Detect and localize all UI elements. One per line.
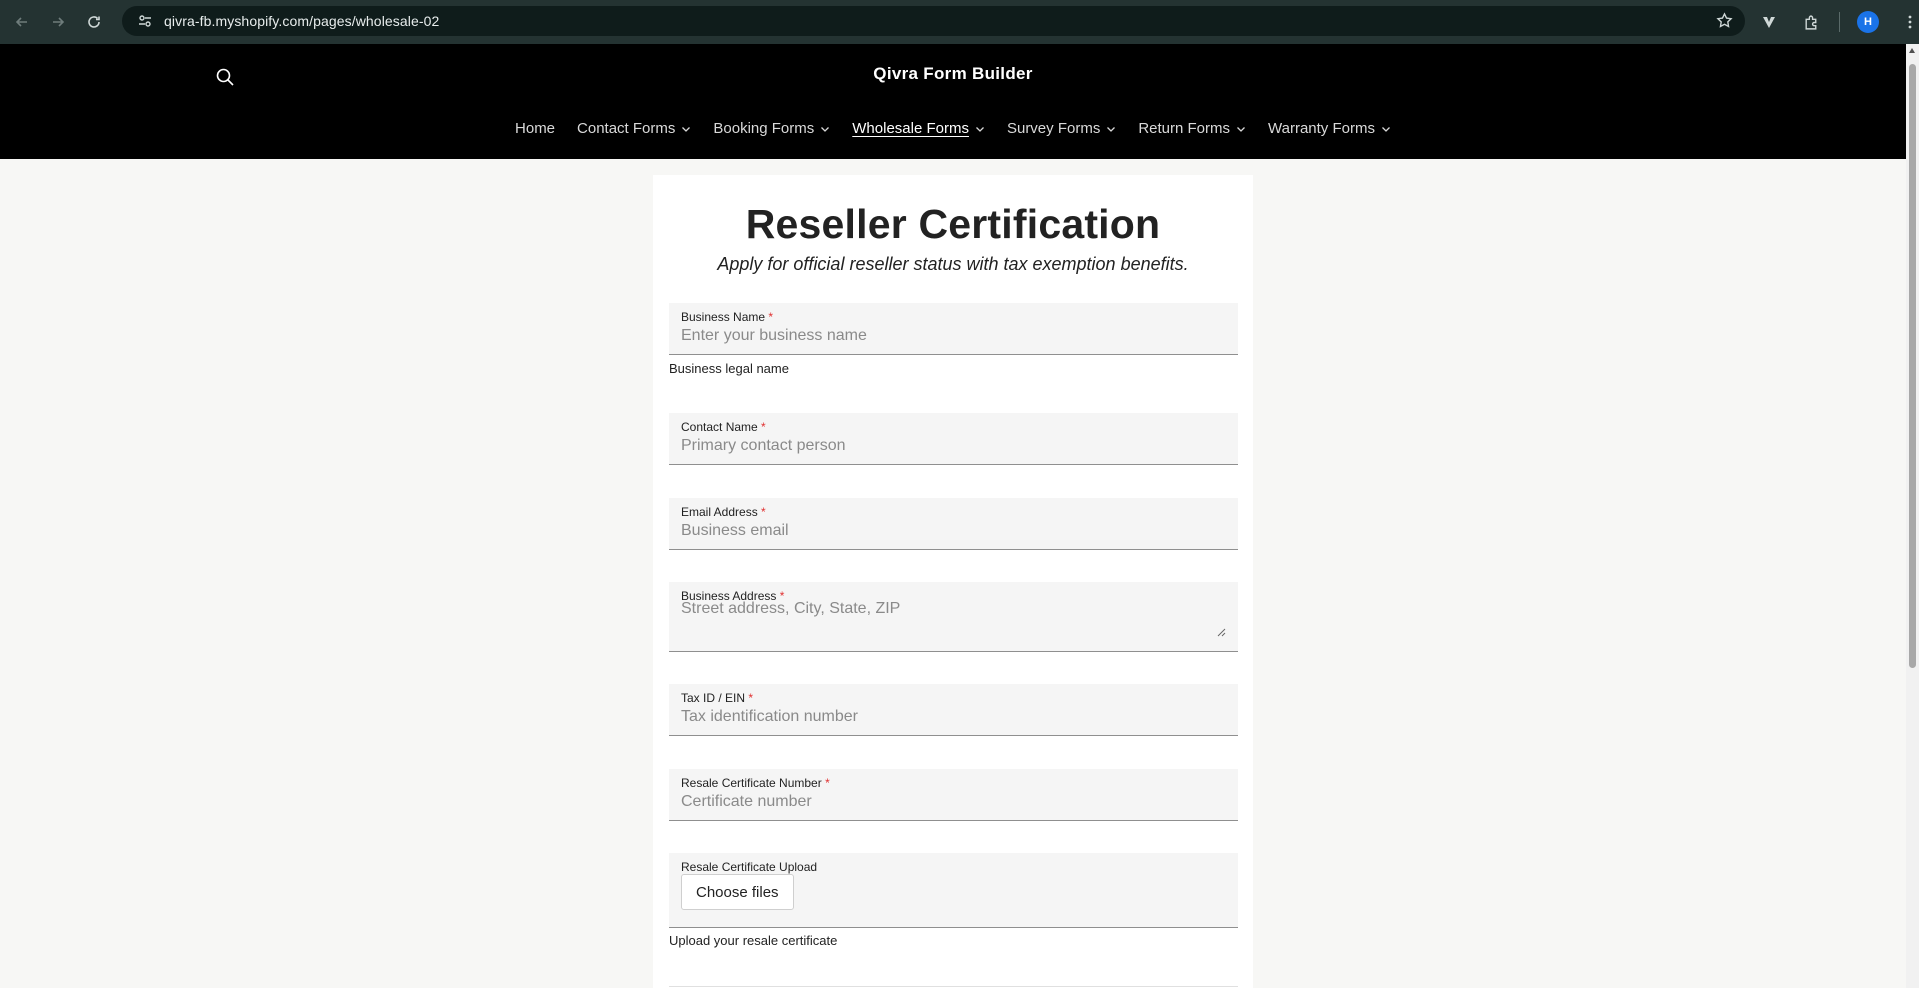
certificate-number-label: Resale Certificate Number *	[681, 776, 830, 790]
site-info-button[interactable]	[130, 13, 160, 29]
form-subtitle: Apply for official reseller status with …	[717, 254, 1189, 274]
profile-button[interactable]: H	[1854, 8, 1882, 36]
nav-item-warranty-forms[interactable]: Warranty Forms	[1268, 120, 1391, 137]
certificate-upload-field: Resale Certificate Upload Choose files	[669, 853, 1238, 928]
arrow-left-icon	[15, 17, 27, 27]
nav-label: Survey Forms	[1006, 120, 1101, 137]
form-title: Reseller Certification	[745, 201, 1161, 247]
nav-label: Home	[515, 120, 556, 137]
nav-item-booking-forms[interactable]: Booking Forms	[713, 120, 830, 137]
contact-name-field[interactable]: Contact Name *	[669, 413, 1238, 465]
choose-files-button[interactable]: Choose files	[681, 874, 794, 910]
tax-id-field[interactable]: Tax ID / EIN *	[669, 684, 1238, 736]
required-marker: *	[768, 310, 774, 324]
resize-grip-icon[interactable]	[1217, 628, 1226, 637]
nav-item-home[interactable]: Home	[515, 120, 555, 137]
arrow-right-icon	[53, 17, 65, 27]
certificate-upload-label: Resale Certificate Upload	[681, 860, 818, 874]
nav-label: Booking Forms	[713, 120, 815, 137]
tax-id-input[interactable]	[681, 708, 1221, 726]
next-field-edge	[669, 986, 1238, 987]
puzzle-icon	[1804, 15, 1816, 30]
chevron-down-icon	[821, 126, 830, 132]
v-logo-icon	[1763, 17, 1775, 28]
email-input[interactable]	[681, 522, 1221, 540]
business-address-textarea[interactable]	[681, 600, 1221, 642]
label-text: Tax ID / EIN	[681, 691, 746, 705]
page-scrollbar[interactable]	[1906, 44, 1919, 988]
url-text: qivra-fb.myshopify.com/pages/wholesale-0…	[164, 13, 440, 29]
required-marker: *	[761, 505, 766, 519]
nav-item-wholesale-forms[interactable]: Wholesale Forms	[852, 120, 985, 137]
nav-label: Return Forms	[1138, 120, 1231, 137]
chevron-down-icon	[976, 126, 984, 132]
nav-label: Contact Forms	[577, 120, 676, 137]
contact-name-label: Contact Name *	[681, 420, 766, 434]
nav-item-contact-forms[interactable]: Contact Forms	[577, 120, 691, 137]
chevron-down-icon	[1107, 126, 1116, 132]
nav-item-return-forms[interactable]: Return Forms	[1138, 120, 1246, 137]
tune-icon	[139, 15, 151, 27]
star-icon	[1716, 12, 1733, 28]
form-card: Reseller Certification Apply for officia…	[653, 175, 1253, 988]
tax-id-label: Tax ID / EIN *	[681, 691, 753, 705]
required-marker: *	[825, 776, 830, 790]
required-marker: *	[748, 691, 754, 705]
business-address-field[interactable]: Business Address *	[669, 582, 1238, 652]
site-header: Qivra Form Builder Home Contact Forms Bo…	[0, 44, 1906, 159]
label-text: Business Name	[681, 310, 766, 324]
reload-icon	[88, 16, 100, 28]
label-text: Email Address	[681, 505, 758, 519]
certificate-number-field[interactable]: Resale Certificate Number *	[669, 769, 1238, 821]
extensions-button[interactable]	[1797, 8, 1825, 36]
extensions-area: H	[1755, 8, 1919, 36]
back-button[interactable]	[4, 4, 40, 40]
business-name-label: Business Name *	[681, 310, 773, 324]
certificate-upload-help: Upload your resale certificate	[669, 933, 838, 948]
certificate-number-input[interactable]	[681, 793, 1221, 811]
chevron-down-icon	[682, 126, 691, 132]
reload-button[interactable]	[76, 4, 112, 40]
bookmark-button[interactable]	[1716, 12, 1733, 34]
menu-button[interactable]	[1896, 8, 1919, 36]
required-marker: *	[761, 420, 766, 434]
extension-v-button[interactable]	[1755, 8, 1783, 36]
label-text: Resale Certificate Number	[681, 776, 822, 790]
toolbar-divider	[1839, 12, 1840, 32]
business-name-help: Business legal name	[669, 361, 789, 376]
avatar: H	[1857, 11, 1879, 33]
forward-button[interactable]	[40, 4, 76, 40]
browser-toolbar: qivra-fb.myshopify.com/pages/wholesale-0…	[0, 0, 1919, 44]
main-nav: Home Contact Forms Booking Forms Wholesa…	[0, 120, 1906, 137]
business-name-input[interactable]	[681, 327, 1221, 345]
nav-label: Warranty Forms	[1268, 120, 1375, 137]
email-label: Email Address *	[681, 505, 766, 519]
email-field[interactable]: Email Address *	[669, 498, 1238, 550]
scroll-thumb[interactable]	[1909, 64, 1916, 668]
site-brand[interactable]: Qivra Form Builder	[0, 64, 1906, 84]
nav-item-survey-forms[interactable]: Survey Forms	[1007, 120, 1116, 137]
kebab-menu-icon	[1908, 15, 1912, 29]
business-name-field[interactable]: Business Name *	[669, 303, 1238, 355]
contact-name-input[interactable]	[681, 437, 1221, 455]
label-text: Contact Name	[681, 420, 758, 434]
chevron-down-icon	[1382, 126, 1390, 132]
nav-label: Wholesale Forms	[852, 120, 969, 137]
address-bar[interactable]: qivra-fb.myshopify.com/pages/wholesale-0…	[122, 6, 1745, 36]
chevron-down-icon	[1237, 126, 1245, 132]
scroll-up-arrow[interactable]	[1909, 48, 1915, 53]
